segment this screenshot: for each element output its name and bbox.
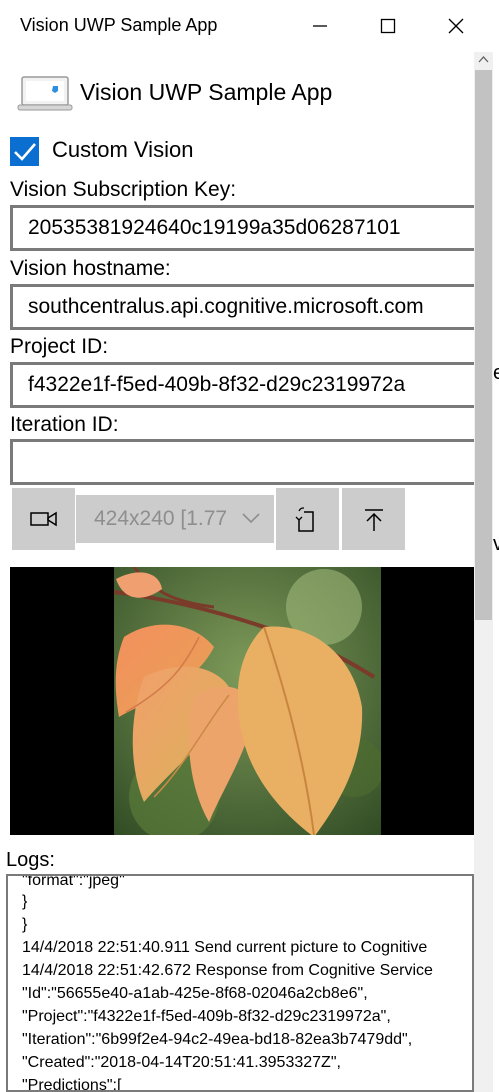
log-line: "Id":"56655e40-a1ab-425e-8f68-02046a2cb8…	[22, 985, 368, 1002]
iteration-id-input[interactable]	[10, 439, 486, 485]
log-line: "Iteration":"6b99f2e4-94c2-49ea-bd18-82e…	[22, 1031, 413, 1048]
logs-label: Logs:	[6, 849, 55, 871]
close-button[interactable]	[422, 0, 490, 52]
preview-photo	[114, 567, 381, 835]
project-id-label: Project ID:	[10, 335, 109, 358]
upload-icon	[365, 509, 383, 531]
checkmark-icon	[14, 143, 36, 161]
log-line: }	[22, 916, 28, 933]
rotate-icon	[295, 507, 314, 532]
logs-textbox[interactable]: "format":"jpeg" } } 14/4/2018 22:51:40.9…	[6, 874, 474, 1092]
rotate-button[interactable]	[276, 488, 339, 550]
subscription-key-input[interactable]: 20535381924640c19199a35d06287101	[10, 205, 486, 251]
maximize-button[interactable]	[354, 0, 422, 52]
upload-button[interactable]	[342, 488, 405, 550]
app-laptop-icon	[17, 76, 73, 117]
app-title: Vision UWP Sample App	[80, 79, 333, 105]
iteration-id-label: Iteration ID:	[10, 413, 119, 436]
custom-vision-checkbox[interactable]	[10, 137, 39, 166]
project-id-input[interactable]: f4322e1f-f5ed-409b-8f32-d29c2319972a	[10, 362, 486, 408]
scrollbar-thumb[interactable]	[475, 70, 492, 620]
chevron-down-icon	[242, 513, 260, 524]
maximize-icon	[380, 18, 396, 34]
close-icon	[448, 18, 464, 34]
camera-icon	[30, 511, 57, 527]
scroll-up-icon[interactable]	[478, 55, 489, 63]
log-line: "Predictions":[	[22, 1077, 122, 1092]
log-line: 14/4/2018 22:51:40.911 Send current pict…	[22, 939, 428, 956]
background-window-text: e	[493, 362, 499, 384]
minimize-icon	[313, 25, 327, 27]
camera-button[interactable]	[12, 488, 75, 550]
hostname-label: Vision hostname:	[10, 257, 171, 280]
background-window-text: v	[493, 533, 499, 555]
window-titlebar: Vision UWP Sample App	[0, 0, 499, 52]
custom-vision-label: Custom Vision	[52, 137, 194, 162]
window-title: Vision UWP Sample App	[20, 15, 218, 35]
log-line: }	[22, 893, 28, 910]
hostname-input[interactable]: southcentralus.api.cognitive.microsoft.c…	[10, 284, 486, 330]
log-line: "Project":"f4322e1f-f5ed-409b-8f32-d29c2…	[22, 1008, 391, 1025]
log-line: 14/4/2018 22:51:42.672 Response from Cog…	[22, 962, 433, 979]
resolution-value: 424x240 [1.77	[94, 507, 228, 530]
subscription-key-label: Vision Subscription Key:	[10, 178, 237, 201]
minimize-button[interactable]	[286, 0, 354, 52]
camera-preview	[10, 567, 474, 835]
log-line: "Created":"2018-04-14T20:51:41.3953327Z"…	[22, 1054, 341, 1071]
log-line: "format":"jpeg"	[22, 874, 125, 889]
resolution-dropdown[interactable]: 424x240 [1.77	[76, 495, 274, 543]
